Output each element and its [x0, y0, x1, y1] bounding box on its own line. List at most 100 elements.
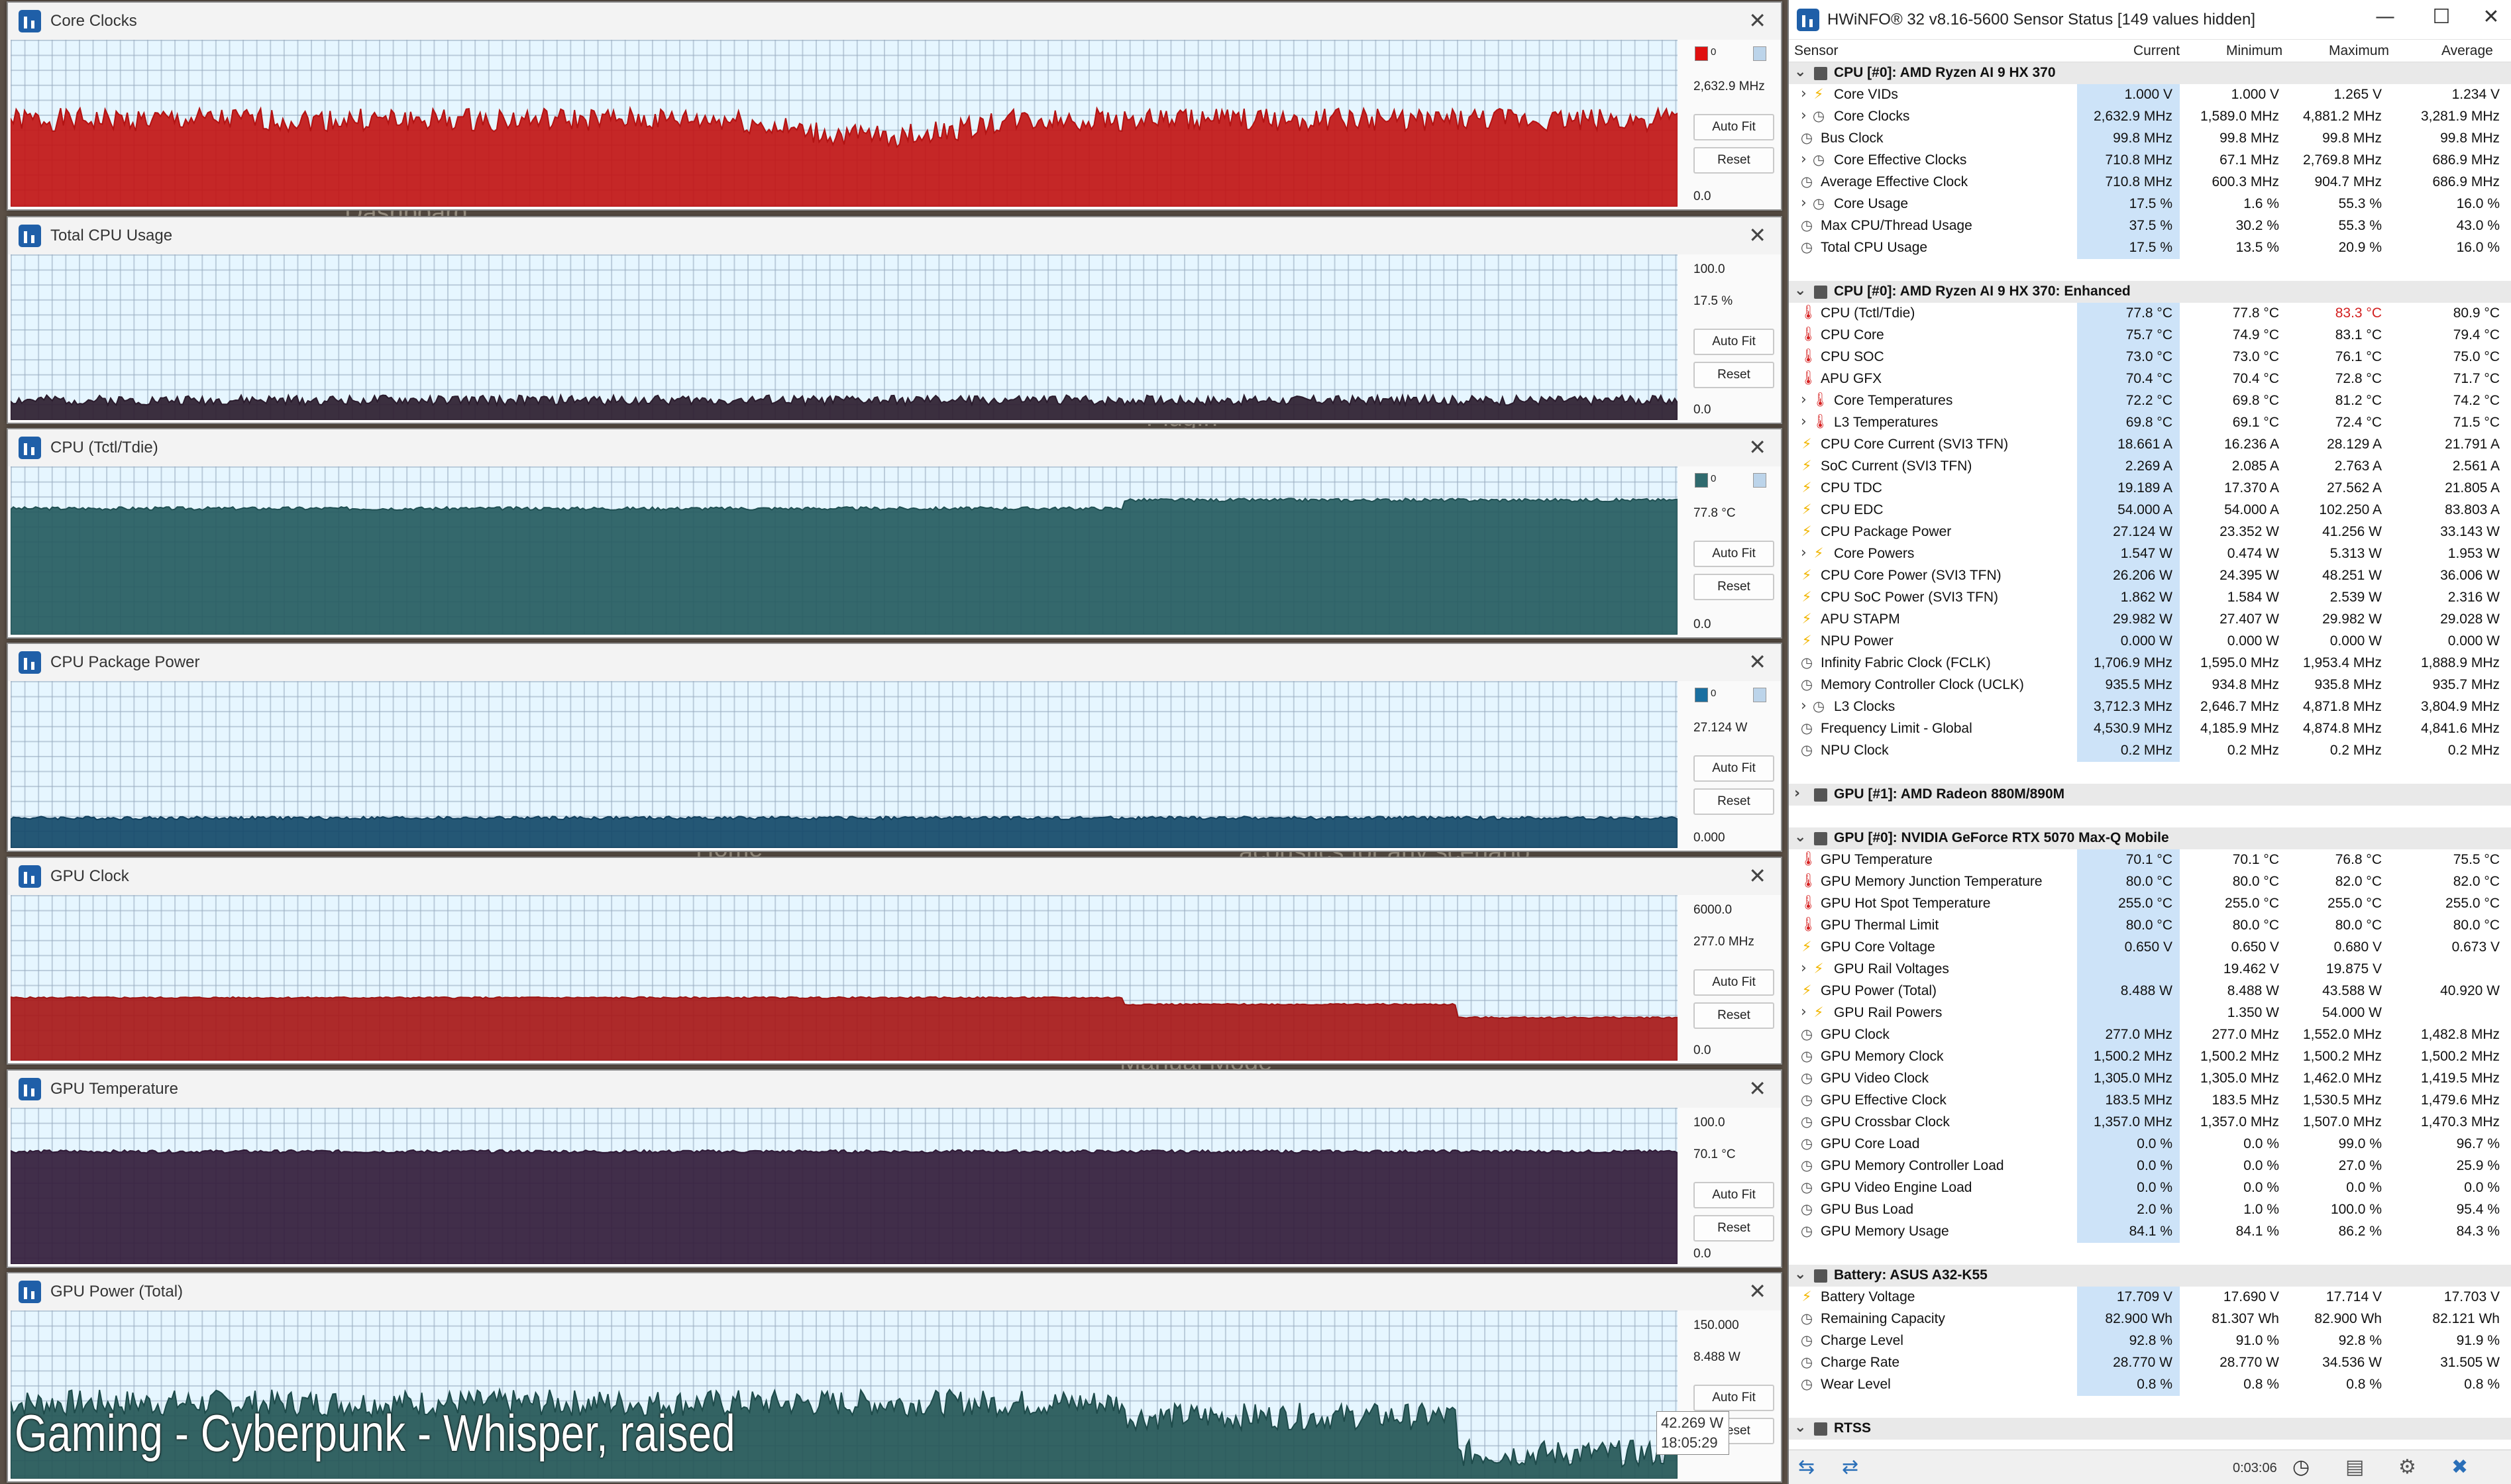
graph-titlebar[interactable]: GPU Clock ✕ — [8, 858, 1781, 895]
minimize-button[interactable]: — — [2365, 5, 2405, 28]
chevron-right-icon[interactable]: › — [1801, 545, 1807, 561]
sensor-row[interactable]: 🌡 GPU Hot Spot Temperature 255.0 °C 255.0 °… — [1789, 893, 2511, 915]
sensor-row[interactable]: ◷ GPU Clock 277.0 MHz 277.0 MHz 1,552.0 MHz 1… — [1789, 1024, 2511, 1046]
sensor-group[interactable]: ⌄ GPU [#0]: NVIDIA GeForce RTX 5070 Max-Q… — [1789, 827, 2511, 849]
sensor-row[interactable]: ⚡ CPU Core Current (SVI3 TFN) 18.661 A 16.2… — [1789, 434, 2511, 456]
sensor-row[interactable]: ◷ Charge Rate 28.770 W 28.770 W 34.536 W 31.5… — [1789, 1352, 2511, 1374]
col-maximum[interactable]: Maximum — [2329, 43, 2389, 59]
sensor-row[interactable]: ◷ GPU Core Load 0.0 % 0.0 % 99.0 % 96.7 % — [1789, 1134, 2511, 1155]
chevron-right-icon[interactable]: › — [1801, 960, 1807, 977]
sensor-row[interactable]: ◷ GPU Crossbar Clock 1,357.0 MHz 1,357.0 MH… — [1789, 1112, 2511, 1134]
reset-button[interactable]: Reset — [1693, 1215, 1774, 1242]
chevron-right-icon[interactable]: › — [1801, 85, 1807, 102]
sensor-row[interactable]: › ◷ Core Effective Clocks 710.8 MHz 67.1 MHz… — [1789, 150, 2511, 172]
close-button[interactable]: ✕ — [2471, 5, 2511, 28]
sensor-row[interactable]: ⚡ CPU TDC 19.189 A 17.370 A 27.562 A 21.805 A — [1789, 478, 2511, 500]
chevron-right-icon[interactable]: › — [1801, 1004, 1807, 1020]
col-current[interactable]: Current — [2133, 43, 2180, 59]
auto-fit-button[interactable]: Auto Fit — [1693, 329, 1774, 355]
close-icon[interactable]: ✕ — [1748, 865, 1766, 887]
nav-left-icon[interactable]: ⇆ — [1798, 1456, 1815, 1479]
sensor-row[interactable]: ⚡ CPU Package Power 27.124 W 23.352 W 41.256… — [1789, 521, 2511, 543]
color-swatch[interactable] — [1695, 688, 1708, 702]
sensor-row[interactable]: › ◷ L3 Clocks 3,712.3 MHz 2,646.7 MHz 4,871.8… — [1789, 696, 2511, 718]
auto-fit-button[interactable]: Auto Fit — [1693, 969, 1774, 996]
close-sensors-icon[interactable]: ✖ — [2451, 1456, 2468, 1479]
graph-window[interactable]: CPU Package Power ✕ 0 27.124 W Auto Fit Reset… — [7, 643, 1782, 852]
close-icon[interactable]: ✕ — [1748, 436, 1766, 458]
close-icon[interactable]: ✕ — [1748, 9, 1766, 32]
sensor-row[interactable]: ◷ Memory Controller Clock (UCLK) 935.5 MHz… — [1789, 674, 2511, 696]
sensor-row[interactable]: ◷ Bus Clock 99.8 MHz 99.8 MHz 99.8 MHz 99.8 M… — [1789, 128, 2511, 150]
sensor-row[interactable]: › ⚡ Core Powers 1.547 W 0.474 W 5.313 W 1.953 … — [1789, 543, 2511, 565]
close-icon[interactable]: ✕ — [1748, 224, 1766, 246]
sensor-row[interactable]: ◷ Frequency Limit - Global 4,530.9 MHz 4,18… — [1789, 718, 2511, 740]
sensor-row[interactable]: ◷ Wear Level 0.8 % 0.8 % 0.8 % 0.8 % — [1789, 1374, 2511, 1396]
graph-window[interactable]: GPU Temperature ✕ 100.0 70.1 °C Auto Fit Rese… — [7, 1069, 1782, 1268]
col-sensor[interactable]: Sensor — [1794, 43, 1839, 59]
chevron-right-icon[interactable]: › — [1801, 698, 1807, 714]
color-swatch-secondary[interactable] — [1753, 46, 1766, 61]
auto-fit-button[interactable]: Auto Fit — [1693, 541, 1774, 567]
sensor-row[interactable]: ◷ GPU Effective Clock 183.5 MHz 183.5 MHz 1,… — [1789, 1090, 2511, 1112]
color-swatch[interactable] — [1695, 473, 1708, 488]
auto-fit-button[interactable]: Auto Fit — [1693, 1182, 1774, 1208]
auto-fit-button[interactable]: Auto Fit — [1693, 755, 1774, 782]
sensor-group[interactable]: › GPU [#1]: AMD Radeon 880M/890M — [1789, 784, 2511, 806]
sensor-group[interactable]: ⌄ CPU [#0]: AMD Ryzen AI 9 HX 370: Enhanc… — [1789, 281, 2511, 303]
sensor-row[interactable]: ◷ Total CPU Usage 17.5 % 13.5 % 20.9 % 16.0 % — [1789, 237, 2511, 259]
chevron-right-icon[interactable]: › — [1801, 413, 1807, 430]
sensor-row[interactable]: › 🌡 Core Temperatures 72.2 °C 69.8 °C 81.2 °C… — [1789, 390, 2511, 412]
chevron-down-icon[interactable]: ⌄ — [1794, 1419, 1806, 1436]
nav-right-icon[interactable]: ⇄ — [1842, 1456, 1858, 1479]
graph-titlebar[interactable]: CPU Package Power ✕ — [8, 644, 1781, 681]
sensor-row[interactable]: ⚡ CPU Core Power (SVI3 TFN) 26.206 W 24.395… — [1789, 565, 2511, 587]
sensor-row[interactable]: 🌡 GPU Memory Junction Temperature 80.0 °C 8… — [1789, 871, 2511, 893]
sensor-row[interactable]: ◷ GPU Bus Load 2.0 % 1.0 % 100.0 % 95.4 % — [1789, 1199, 2511, 1221]
sensor-row[interactable]: ◷ GPU Video Clock 1,305.0 MHz 1,305.0 MHz 1,… — [1789, 1068, 2511, 1090]
chevron-right-icon[interactable]: › — [1794, 785, 1800, 802]
report-icon[interactable]: ▤ — [2345, 1456, 2364, 1479]
reset-button[interactable]: Reset — [1693, 574, 1774, 600]
sensor-row[interactable]: › ⚡ GPU Rail Powers 1.350 W 54.000 W — [1789, 1002, 2511, 1024]
graph-titlebar[interactable]: Total CPU Usage ✕ — [8, 217, 1781, 254]
sensor-row[interactable]: ⚡ CPU SoC Power (SVI3 TFN) 1.862 W 1.584 W 2… — [1789, 587, 2511, 609]
chevron-down-icon[interactable]: ⌄ — [1794, 829, 1806, 845]
chevron-down-icon[interactable]: ⌄ — [1794, 282, 1806, 299]
sensor-row[interactable]: ⚡ CPU EDC 54.000 A 54.000 A 102.250 A 83.803 … — [1789, 500, 2511, 521]
sensor-row[interactable]: › ◷ Core Usage 17.5 % 1.6 % 55.3 % 16.0 % — [1789, 193, 2511, 215]
chevron-right-icon[interactable]: › — [1801, 195, 1807, 211]
sensor-row[interactable]: › ⚡ GPU Rail Voltages 19.462 V 19.875 V — [1789, 959, 2511, 980]
reset-button[interactable]: Reset — [1693, 362, 1774, 388]
sensor-row[interactable]: › ◷ Core Clocks 2,632.9 MHz 1,589.0 MHz 4,881… — [1789, 106, 2511, 128]
sensor-row[interactable]: ⚡ APU STAPM 29.982 W 27.407 W 29.982 W 29.028… — [1789, 609, 2511, 631]
graph-window[interactable]: Core Clocks ✕ 0 2,632.9 MHz Auto Fit Reset 0.0 — [7, 1, 1782, 211]
sensor-row[interactable]: ◷ GPU Video Engine Load 0.0 % 0.0 % 0.0 % 0.0… — [1789, 1177, 2511, 1199]
sensor-row[interactable]: ◷ Infinity Fabric Clock (FCLK) 1,706.9 MHz… — [1789, 653, 2511, 674]
sensor-row[interactable]: ◷ Charge Level 92.8 % 91.0 % 92.8 % 91.9 % — [1789, 1330, 2511, 1352]
settings-icon[interactable]: ⚙ — [2398, 1456, 2416, 1479]
col-average[interactable]: Average — [2441, 43, 2493, 59]
sensor-group[interactable]: ⌄ RTSS — [1789, 1418, 2511, 1440]
clock-icon[interactable]: ◷ — [2292, 1456, 2310, 1479]
color-swatch-secondary[interactable] — [1753, 473, 1766, 488]
sensor-row[interactable]: ◷ GPU Memory Controller Load 0.0 % 0.0 % 27.… — [1789, 1155, 2511, 1177]
sensor-row[interactable]: ◷ Remaining Capacity 82.900 Wh 81.307 Wh 82.… — [1789, 1308, 2511, 1330]
graph-titlebar[interactable]: CPU (Tctl/Tdie) ✕ — [8, 429, 1781, 466]
sensor-row[interactable]: 🌡 GPU Temperature 70.1 °C 70.1 °C 76.8 °C 75.… — [1789, 849, 2511, 871]
sensor-row[interactable]: ⚡ NPU Power 0.000 W 0.000 W 0.000 W 0.000 W — [1789, 631, 2511, 653]
sensor-row[interactable]: ◷ GPU Memory Usage 84.1 % 84.1 % 86.2 % 84.3 … — [1789, 1221, 2511, 1243]
chevron-down-icon[interactable]: ⌄ — [1794, 1266, 1806, 1283]
reset-button[interactable]: Reset — [1693, 788, 1774, 815]
sensor-row[interactable]: ⚡ SoC Current (SVI3 TFN) 2.269 A 2.085 A 2.7… — [1789, 456, 2511, 478]
sensor-row[interactable]: 🌡 CPU (Tctl/Tdie) 77.8 °C 77.8 °C 83.3 °C 80.… — [1789, 303, 2511, 325]
sensor-row[interactable]: ◷ Average Effective Clock 710.8 MHz 600.3 M… — [1789, 172, 2511, 193]
color-swatch-secondary[interactable] — [1753, 688, 1766, 702]
sensor-row[interactable]: ◷ Max CPU/Thread Usage 37.5 % 30.2 % 55.3 % 4… — [1789, 215, 2511, 237]
close-icon[interactable]: ✕ — [1748, 651, 1766, 673]
sensor-row[interactable]: 🌡 GPU Thermal Limit 80.0 °C 80.0 °C 80.0 °C 8… — [1789, 915, 2511, 937]
sensor-row[interactable]: 🌡 CPU SOC 73.0 °C 73.0 °C 76.1 °C 75.0 °C — [1789, 346, 2511, 368]
graph-window[interactable]: CPU (Tctl/Tdie) ✕ 0 77.8 °C Auto Fit Reset 0.0 — [7, 428, 1782, 639]
sensor-row[interactable]: ⚡ GPU Core Voltage 0.650 V 0.650 V 0.680 V 0.… — [1789, 937, 2511, 959]
sensor-row[interactable]: › 🌡 L3 Temperatures 69.8 °C 69.1 °C 72.4 °C 71… — [1789, 412, 2511, 434]
